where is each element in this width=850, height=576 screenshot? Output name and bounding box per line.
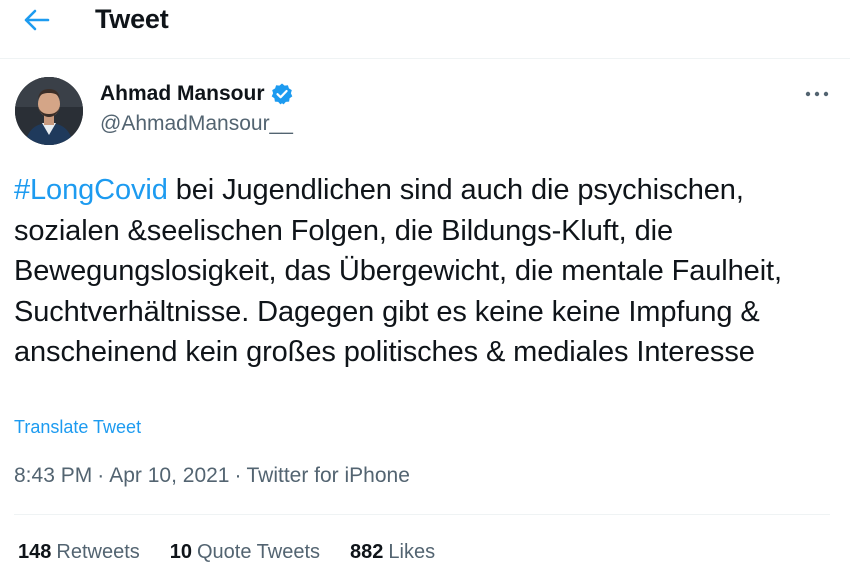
separator-dot: · [97,464,105,487]
likes-stat[interactable]: 882 Likes [350,541,435,564]
top-header: Tweet [0,0,850,59]
quote-tweets-label: Quote Tweets [197,541,321,563]
divider [14,514,830,515]
separator-dot: · [234,464,242,487]
avatar[interactable] [15,77,83,145]
tweet-stats: 148 Retweets 10 Quote Tweets 882 Likes [18,541,465,564]
translate-tweet-link[interactable]: Translate Tweet [14,417,141,438]
quote-tweets-count: 10 [169,541,192,563]
author-handle[interactable]: @AhmadMansour__ [100,112,293,136]
hashtag-link[interactable]: #LongCovid [14,174,168,206]
likes-label: Likes [388,541,436,563]
more-options-button[interactable] [804,86,830,102]
author-name[interactable]: Ahmad Mansour [100,82,265,106]
more-horizontal-icon [805,91,829,97]
arrow-left-icon [24,9,50,31]
tweet-text: #LongCovid bei Jugendlichen sind auch di… [14,170,834,373]
tweet-metadata: 8:43 PM · Apr 10, 2021 · Twitter for iPhone [14,464,410,488]
retweets-count: 148 [18,541,52,563]
page-title: Tweet [95,4,169,34]
tweet-time[interactable]: 8:43 PM [14,464,92,487]
verified-badge-icon [270,82,294,106]
back-button[interactable] [18,6,54,38]
retweets-stat[interactable]: 148 Retweets [18,541,140,564]
author-name-row: Ahmad Mansour [100,82,294,106]
tweet-source[interactable]: Twitter for iPhone [246,464,409,487]
quote-tweets-stat[interactable]: 10 Quote Tweets [170,541,320,564]
retweets-label: Retweets [56,541,140,563]
likes-count: 882 [350,541,384,563]
tweet-date[interactable]: Apr 10, 2021 [109,464,229,487]
avatar-image [15,77,83,145]
